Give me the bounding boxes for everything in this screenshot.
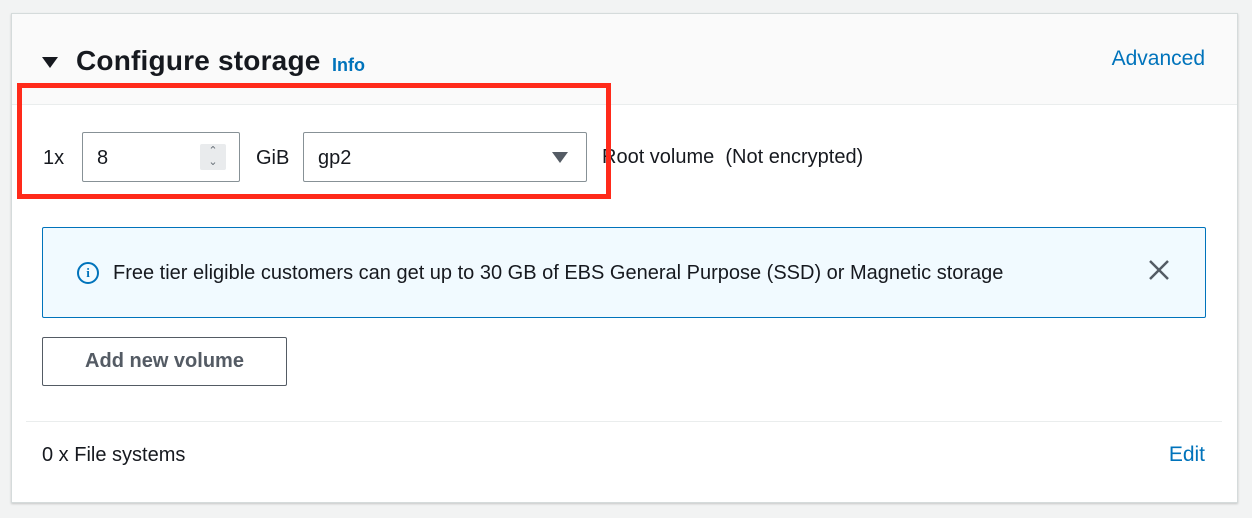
panel-header: Configure storage Info Advanced bbox=[12, 14, 1237, 105]
configure-storage-panel: Configure storage Info Advanced 1x 8 ⌃ ⌄… bbox=[11, 13, 1238, 503]
free-tier-alert: i Free tier eligible customers can get u… bbox=[42, 227, 1206, 318]
add-new-volume-button[interactable]: Add new volume bbox=[42, 337, 287, 386]
chevron-down-icon[interactable]: ⌄ bbox=[200, 157, 226, 168]
divider bbox=[26, 421, 1222, 422]
alert-text: Free tier eligible customers can get up … bbox=[113, 262, 1004, 284]
info-link[interactable]: Info bbox=[332, 55, 365, 76]
volume-row: 1x 8 ⌃ ⌄ GiB gp2 Root volume (Not encryp… bbox=[12, 132, 1237, 184]
volume-type-value[interactable]: gp2 bbox=[318, 147, 351, 170]
file-systems-label: 0 x File systems bbox=[42, 444, 186, 466]
size-stepper[interactable]: ⌃ ⌄ bbox=[200, 144, 226, 170]
volume-size-value[interactable]: 8 bbox=[97, 147, 108, 170]
volume-count-label: 1x bbox=[43, 147, 65, 169]
collapse-caret-icon[interactable] bbox=[42, 57, 58, 68]
advanced-link[interactable]: Advanced bbox=[1112, 47, 1205, 71]
info-icon: i bbox=[77, 262, 99, 284]
section-title: Configure storage bbox=[76, 45, 321, 76]
edit-file-systems-link[interactable]: Edit bbox=[1169, 443, 1205, 467]
volume-type-select[interactable]: gp2 bbox=[303, 132, 587, 182]
size-unit-label: GiB bbox=[256, 147, 290, 169]
caret-down-icon[interactable] bbox=[552, 152, 568, 163]
volume-description: Root volume (Not encrypted) bbox=[602, 146, 864, 168]
volume-size-input[interactable]: 8 ⌃ ⌄ bbox=[82, 132, 240, 182]
close-icon[interactable] bbox=[1147, 258, 1171, 282]
